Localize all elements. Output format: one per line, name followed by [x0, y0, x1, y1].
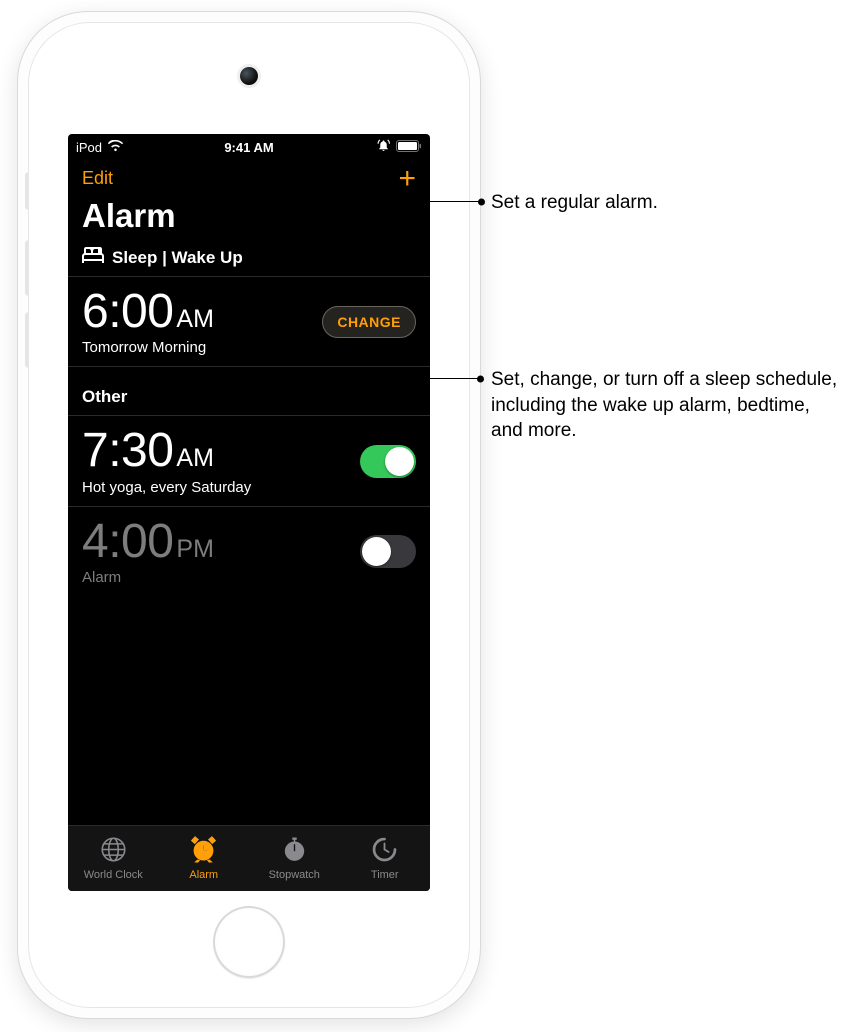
alarm-time: 7:30: [82, 424, 173, 477]
edit-button[interactable]: Edit: [82, 168, 113, 189]
alarm-ampm: AM: [176, 444, 214, 472]
add-alarm-button[interactable]: +: [398, 169, 416, 189]
tab-label: Timer: [371, 869, 399, 881]
sleep-section-label: Sleep | Wake Up: [112, 248, 243, 268]
tab-stopwatch[interactable]: Stopwatch: [249, 826, 340, 891]
sleep-section-header: Sleep | Wake Up: [68, 247, 430, 277]
device-bezel: iPod 9:41 AM Edit +: [28, 22, 470, 1008]
sleep-alarm-row: 6:00AM Tomorrow Morning CHANGE: [68, 277, 430, 367]
nav-bar: Edit +: [68, 160, 430, 191]
alarm-row: 7:30AM Hot yoga, every Saturday: [68, 416, 430, 506]
page-title: Alarm: [68, 191, 430, 247]
callout-change-sleep: Set, change, or turn off a sleep schedul…: [491, 367, 841, 444]
status-time: 9:41 AM: [68, 140, 430, 155]
change-sleep-button[interactable]: CHANGE: [322, 306, 416, 338]
device-frame: iPod 9:41 AM Edit +: [18, 12, 480, 1018]
alarm-sub: Alarm: [82, 569, 214, 586]
alarm-time: 4:00: [82, 515, 173, 568]
alarm-row: 4:00PM Alarm: [68, 507, 430, 596]
tab-label: World Clock: [84, 869, 143, 881]
callout-text: Set, change, or turn off a sleep schedul…: [491, 369, 837, 441]
alarm-ampm: PM: [176, 535, 214, 563]
sleep-alarm-time: 6:00: [82, 285, 173, 338]
callout-add-alarm: Set a regular alarm.: [491, 190, 658, 216]
front-camera: [240, 67, 258, 85]
alarm-toggle[interactable]: [360, 445, 416, 478]
home-button[interactable]: [213, 906, 285, 978]
tab-alarm[interactable]: Alarm: [159, 826, 250, 891]
sleep-alarm-ampm: AM: [176, 305, 214, 333]
alarm-sub: Hot yoga, every Saturday: [82, 479, 251, 496]
alarm-toggle[interactable]: [360, 535, 416, 568]
tab-world-clock[interactable]: World Clock: [68, 826, 159, 891]
screen: iPod 9:41 AM Edit +: [68, 134, 430, 891]
tab-bar: World Clock Alarm Stopwatch: [68, 825, 430, 891]
bed-icon: [82, 247, 104, 268]
timer-icon: [371, 836, 398, 866]
sleep-alarm-sub: Tomorrow Morning: [82, 339, 214, 356]
tab-label: Stopwatch: [269, 869, 320, 881]
globe-icon: [100, 836, 127, 866]
alarm-clock-icon: [190, 836, 217, 866]
callout-text: Set a regular alarm.: [491, 192, 658, 213]
status-bar: iPod 9:41 AM: [68, 134, 430, 160]
tab-timer[interactable]: Timer: [340, 826, 431, 891]
stopwatch-icon: [281, 836, 308, 866]
other-section-header: Other: [68, 367, 430, 416]
tab-label: Alarm: [189, 869, 218, 881]
